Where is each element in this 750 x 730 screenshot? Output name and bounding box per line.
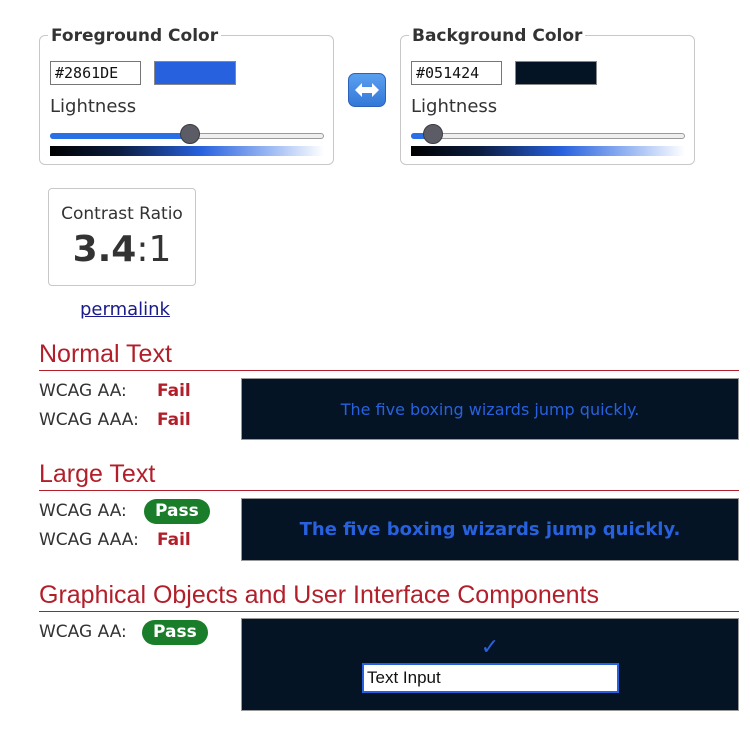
graphical-objects-heading: Graphical Objects and User Interface Com…: [39, 579, 739, 612]
foreground-picker-title: Foreground Color: [48, 25, 222, 47]
large-text-aaa-label: WCAG AAA:: [39, 530, 139, 550]
background-hex-input[interactable]: [411, 61, 502, 85]
normal-text-sample: The five boxing wizards jump quickly.: [340, 400, 640, 419]
foreground-hex-input[interactable]: [50, 61, 141, 85]
graphical-objects-preview: ✓: [241, 618, 739, 711]
graphical-aa-label: WCAG AA:: [39, 622, 127, 642]
background-lightness-label: Lightness: [411, 96, 498, 117]
sample-text-input[interactable]: [362, 663, 619, 693]
large-text-sample: The five boxing wizards jump quickly.: [299, 519, 681, 540]
background-lightness-gradient: [411, 146, 685, 156]
normal-text-aaa-result: Fail: [157, 410, 191, 430]
foreground-lightness-fill: [50, 133, 190, 139]
background-picker-title: Background Color: [409, 25, 586, 47]
large-text-heading: Large Text: [39, 458, 739, 491]
foreground-color-picker: Foreground Color Lightness: [39, 25, 334, 165]
background-color-picker: Background Color Lightness: [400, 25, 695, 165]
normal-text-aaa-label: WCAG AAA:: [39, 410, 139, 430]
contrast-ratio-label: Contrast Ratio: [61, 204, 183, 224]
swap-colors-button[interactable]: [348, 73, 386, 107]
contrast-ratio-value: 3.4:1: [49, 229, 195, 270]
normal-text-aa-label: WCAG AA:: [39, 381, 127, 401]
graphical-aa-result: Pass: [142, 620, 208, 645]
background-lightness-slider-thumb[interactable]: [422, 124, 443, 144]
large-text-aaa-result: Fail: [157, 530, 191, 550]
left-right-arrow-icon: [355, 83, 379, 97]
foreground-lightness-label: Lightness: [50, 96, 137, 117]
normal-text-aa-result: Fail: [157, 381, 191, 401]
normal-text-heading: Normal Text: [39, 338, 739, 371]
contrast-ratio-number: 3.4: [72, 229, 137, 270]
permalink-link[interactable]: permalink: [80, 299, 170, 320]
foreground-lightness-slider-thumb[interactable]: [179, 124, 200, 144]
large-text-preview: The five boxing wizards jump quickly.: [241, 498, 739, 561]
foreground-color-swatch[interactable]: [154, 61, 236, 85]
background-color-swatch[interactable]: [515, 61, 597, 85]
checkmark-icon: ✓: [480, 635, 500, 660]
foreground-lightness-gradient: [50, 146, 324, 156]
contrast-ratio-suffix: :1: [136, 229, 172, 270]
normal-text-preview: The five boxing wizards jump quickly.: [241, 378, 739, 440]
contrast-ratio-panel: Contrast Ratio 3.4:1: [48, 188, 196, 286]
large-text-aa-label: WCAG AA:: [39, 501, 127, 521]
large-text-aa-result: Pass: [144, 499, 210, 524]
background-lightness-slider-track[interactable]: [411, 133, 685, 139]
